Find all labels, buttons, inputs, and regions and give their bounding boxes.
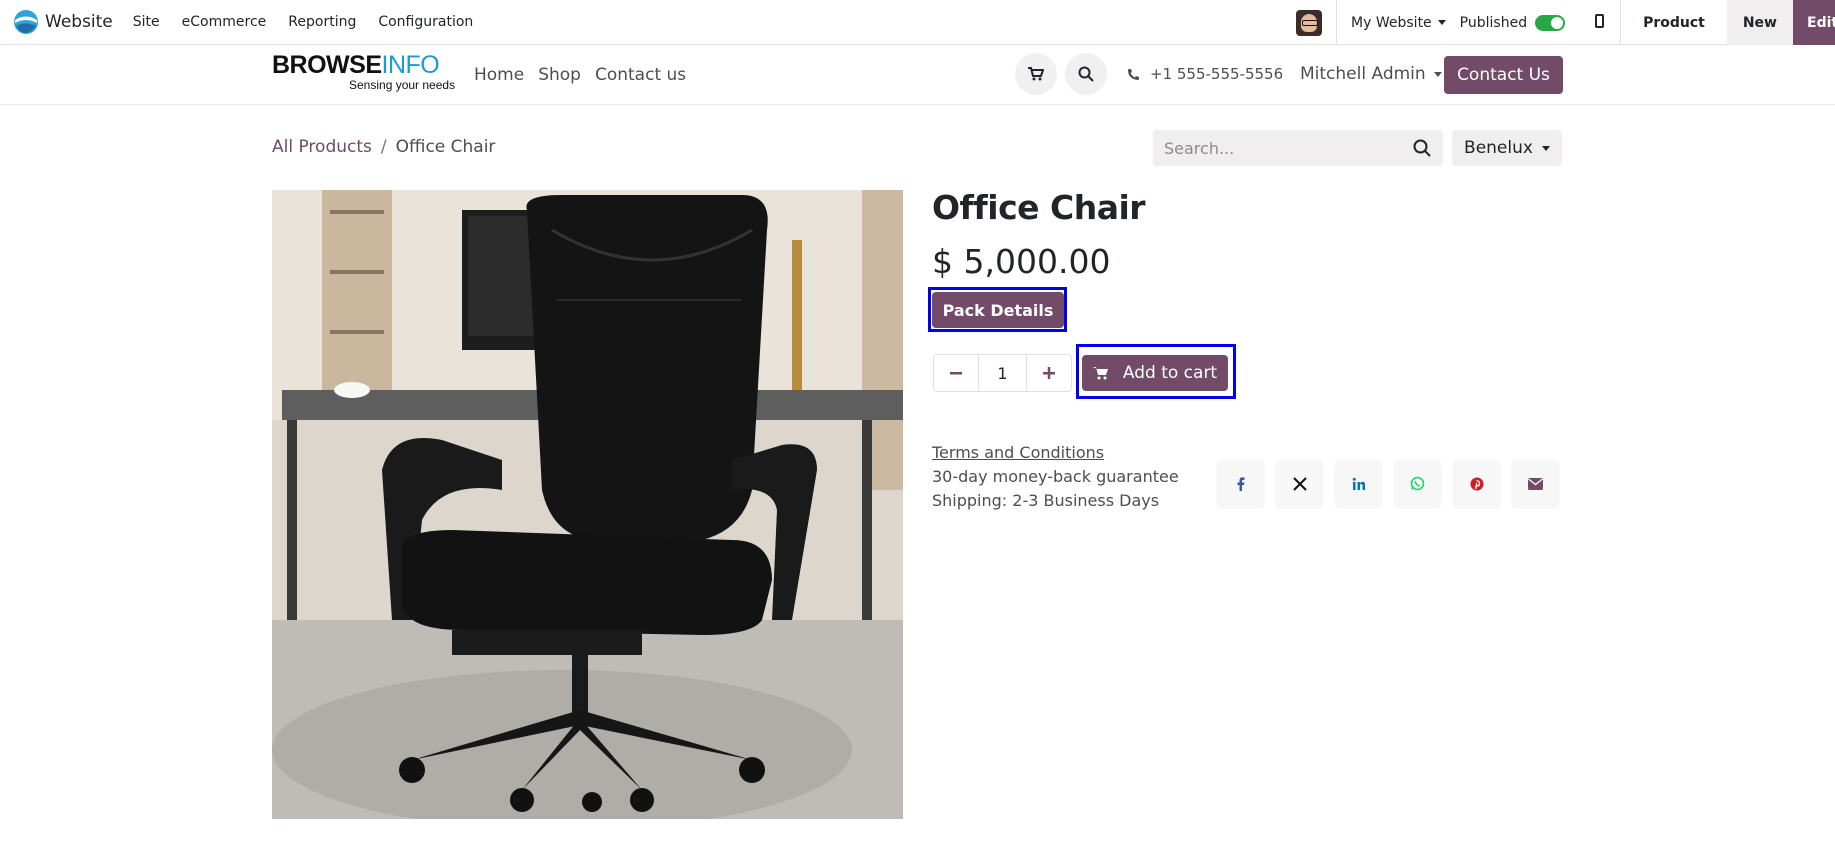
user-avatar[interactable]: [1296, 9, 1323, 36]
breadcrumb-all-products[interactable]: All Products: [272, 137, 372, 157]
product-button[interactable]: Product: [1621, 15, 1727, 31]
product-image[interactable]: [272, 190, 903, 819]
guarantee-text: 30-day money-back guarantee: [932, 467, 1179, 486]
whatsapp-icon: [1410, 476, 1425, 491]
mobile-icon: [1595, 13, 1605, 28]
search-toggle-button[interactable]: [1065, 53, 1107, 95]
share-whatsapp-button[interactable]: [1394, 460, 1441, 507]
chevron-down-icon: [1437, 20, 1446, 25]
website-selector-label: My Website: [1351, 14, 1432, 31]
publish-toggle-group[interactable]: Published: [1459, 14, 1579, 31]
search-input[interactable]: [1153, 138, 1393, 158]
search-icon[interactable]: [1413, 139, 1431, 157]
menu-configuration[interactable]: Configuration: [367, 14, 484, 30]
website-selector[interactable]: My Website: [1337, 15, 1460, 31]
chevron-down-icon: [1541, 145, 1550, 151]
plus-icon: [1043, 367, 1055, 379]
user-menu[interactable]: Mitchell Admin: [1300, 64, 1442, 84]
header-phone[interactable]: +1 555-555-5556: [1127, 65, 1283, 83]
nav-home[interactable]: Home: [474, 65, 524, 85]
breadcrumb-current: Office Chair: [395, 137, 496, 157]
linkedin-icon: [1352, 477, 1365, 490]
published-label: Published: [1459, 14, 1528, 31]
cart-icon: [1028, 67, 1044, 81]
app-brand[interactable]: Website: [13, 9, 113, 35]
site-nav: Home Shop Contact us: [474, 65, 686, 85]
product-title: Office Chair: [932, 188, 1146, 227]
site-logo[interactable]: BROWSEINFO Sensing your needs: [272, 51, 456, 98]
phone-icon: [1128, 68, 1139, 80]
logo-tagline: Sensing your needs: [349, 78, 456, 92]
pinterest-icon: [1470, 477, 1483, 490]
share-email-button[interactable]: [1512, 460, 1559, 507]
pack-details-button[interactable]: Pack Details: [932, 292, 1064, 328]
mobile-preview-button[interactable]: [1579, 13, 1620, 32]
add-to-cart-button[interactable]: Add to cart: [1082, 355, 1228, 391]
menu-site[interactable]: Site: [122, 14, 171, 30]
pricelist-label: Benelux: [1464, 138, 1533, 158]
share-buttons: [1217, 460, 1559, 507]
facebook-icon: [1237, 476, 1244, 491]
x-icon: [1292, 476, 1307, 491]
product-search: [1153, 130, 1443, 166]
quantity-input[interactable]: 1: [978, 355, 1027, 391]
admin-right-controls: My Website Published Product New Edit: [1296, 0, 1835, 45]
edit-button[interactable]: Edit: [1793, 0, 1835, 45]
office-chair-image: [272, 190, 903, 819]
website-header: BROWSEINFO Sensing your needs Home Shop …: [0, 45, 1835, 105]
logo-accent: INFO: [381, 51, 440, 79]
app-name: Website: [45, 12, 113, 32]
quantity-decrease-button[interactable]: [934, 355, 978, 391]
nav-shop[interactable]: Shop: [538, 65, 581, 85]
cart-button[interactable]: [1015, 53, 1057, 95]
quantity-increase-button[interactable]: [1027, 355, 1071, 391]
phone-number: +1 555-555-5556: [1150, 65, 1284, 83]
menu-ecommerce[interactable]: eCommerce: [171, 14, 278, 30]
nav-contact[interactable]: Contact us: [595, 65, 686, 85]
new-button[interactable]: New: [1726, 0, 1793, 45]
admin-navbar: Website Site eCommerce Reporting Configu…: [0, 0, 1835, 45]
add-to-cart-label: Add to cart: [1122, 363, 1218, 383]
product-price: $ 5,000.00: [932, 242, 1111, 281]
user-name: Mitchell Admin: [1300, 64, 1426, 84]
menu-reporting[interactable]: Reporting: [277, 14, 367, 30]
cart-icon: [1092, 367, 1108, 380]
admin-menu: Site eCommerce Reporting Configuration: [122, 14, 485, 30]
chevron-down-icon: [1433, 71, 1442, 77]
published-toggle[interactable]: [1535, 14, 1566, 31]
contact-us-button[interactable]: Contact Us: [1444, 56, 1563, 94]
share-x-button[interactable]: [1276, 460, 1323, 507]
share-facebook-button[interactable]: [1217, 460, 1264, 507]
terms-and-conditions-link[interactable]: Terms and Conditions: [932, 441, 1179, 465]
product-terms: Terms and Conditions 30-day money-back g…: [932, 441, 1179, 513]
envelope-icon: [1528, 477, 1543, 490]
share-pinterest-button[interactable]: [1453, 460, 1500, 507]
website-app-icon: [14, 10, 38, 34]
search-icon: [1078, 66, 1094, 82]
quantity-stepper: 1: [933, 354, 1072, 392]
share-linkedin-button[interactable]: [1335, 460, 1382, 507]
shipping-text: Shipping: 2-3 Business Days: [932, 491, 1160, 510]
logo-main: BROWSE: [272, 51, 382, 79]
breadcrumb: All Products / Office Chair: [272, 137, 495, 157]
pricelist-dropdown[interactable]: Benelux: [1452, 130, 1562, 166]
minus-icon: [950, 372, 962, 375]
breadcrumb-separator: /: [380, 137, 387, 157]
